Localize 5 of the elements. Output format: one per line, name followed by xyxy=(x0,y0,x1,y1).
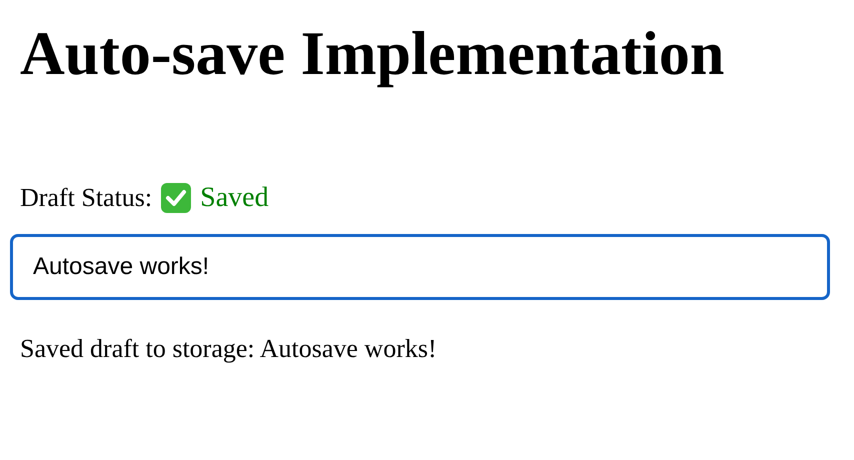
input-field[interactable]: Autosave works! xyxy=(10,234,830,300)
saved-message: Saved draft to storage: Autosave works! xyxy=(20,334,438,364)
status-text: Saved xyxy=(200,182,269,214)
page-title: Auto-save Implementation xyxy=(20,19,726,90)
status-label: Draft Status: xyxy=(20,183,152,213)
